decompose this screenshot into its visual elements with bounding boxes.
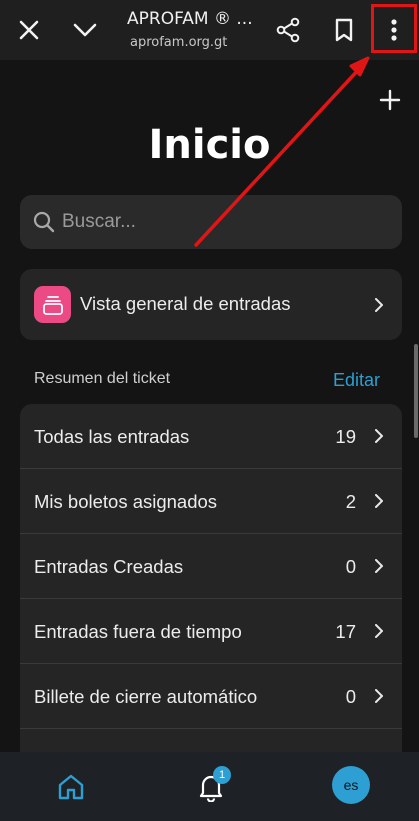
- chevron-right-icon: [375, 689, 383, 703]
- share-button[interactable]: [264, 6, 312, 54]
- tickets-overview-card[interactable]: Vista general de entradas: [20, 269, 402, 340]
- tickets-overview-label: Vista general de entradas: [80, 293, 291, 314]
- notification-badge: 1: [213, 766, 231, 784]
- bookmark-button[interactable]: [320, 6, 368, 54]
- page-title: Inicio: [148, 122, 271, 168]
- list-item-count: 17: [335, 621, 356, 642]
- list-item-label: Entradas Creadas: [34, 556, 184, 577]
- list-item[interactable]: [20, 729, 402, 752]
- list-item-count: 2: [345, 491, 356, 512]
- add-button[interactable]: [376, 86, 404, 114]
- chevron-right-icon: [375, 624, 383, 638]
- chevron-right-icon: [375, 494, 383, 508]
- search-icon: [33, 211, 55, 233]
- chevron-down-icon: [73, 23, 97, 37]
- list-item-label: Entradas fuera de tiempo: [34, 621, 242, 642]
- list-item[interactable]: Todas las entradas 19: [20, 404, 402, 468]
- list-item-label: Mis boletos asignados: [34, 491, 218, 512]
- collapse-button[interactable]: [61, 6, 109, 54]
- list-item-count: 19: [335, 426, 356, 447]
- page-url: aprofam.org.gt: [130, 35, 228, 50]
- search-input[interactable]: [62, 195, 382, 249]
- chevron-right-icon: [375, 429, 383, 443]
- bottom-navigation: 1 es: [0, 752, 419, 821]
- search-box[interactable]: [20, 195, 402, 249]
- close-button[interactable]: [5, 6, 53, 54]
- home-icon: [58, 774, 84, 800]
- bookmark-icon: [335, 18, 353, 42]
- plus-icon: [379, 89, 401, 111]
- list-item[interactable]: Billete de cierre automático 0: [20, 664, 402, 728]
- annotation-highlight-box: [371, 4, 417, 53]
- share-icon: [276, 17, 300, 43]
- list-item-count: 0: [345, 686, 356, 707]
- stack-icon: [42, 295, 63, 315]
- edit-link[interactable]: Editar: [333, 370, 380, 391]
- list-item-count: 0: [345, 556, 356, 577]
- list-item-label: Todas las entradas: [34, 426, 190, 447]
- list-item[interactable]: Mis boletos asignados 2: [20, 469, 402, 533]
- browser-toolbar: APROFAM ® ... aprofam.org.gt: [0, 0, 419, 60]
- page-content: Inicio Vista general de entradas Resumen…: [0, 60, 419, 752]
- chevron-right-icon: [375, 298, 383, 312]
- user-avatar[interactable]: es: [332, 766, 370, 804]
- section-heading: Resumen del ticket: [34, 370, 171, 387]
- scrollbar[interactable]: [414, 344, 418, 438]
- ticket-summary-list: Todas las entradas 19 Mis boletos asigna…: [20, 404, 402, 752]
- close-icon: [19, 20, 39, 40]
- page-title-bar: APROFAM ® ...: [127, 9, 253, 29]
- nav-home-button[interactable]: [48, 764, 94, 810]
- list-item[interactable]: Entradas Creadas 0: [20, 534, 402, 598]
- tickets-overview-icon: [34, 286, 71, 323]
- nav-notifications-button[interactable]: 1: [188, 764, 234, 810]
- list-item-label: Billete de cierre automático: [34, 686, 258, 707]
- chevron-right-icon: [375, 559, 383, 573]
- list-item[interactable]: Entradas fuera de tiempo 17: [20, 599, 402, 663]
